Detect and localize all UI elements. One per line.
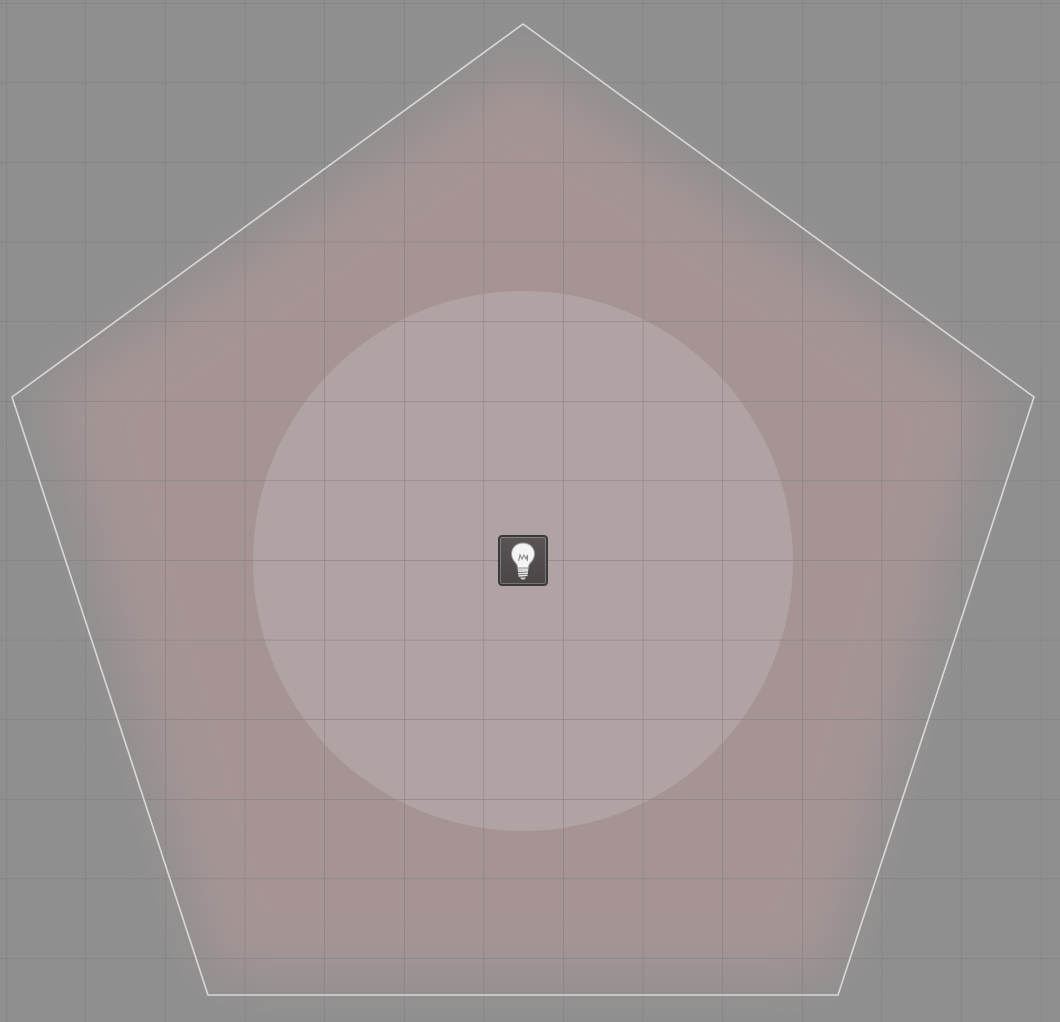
light-source-token[interactable] [498, 535, 548, 586]
lightbulb-icon [510, 542, 536, 580]
map-grid [0, 0, 1060, 1022]
scene-canvas[interactable] [0, 0, 1060, 1022]
